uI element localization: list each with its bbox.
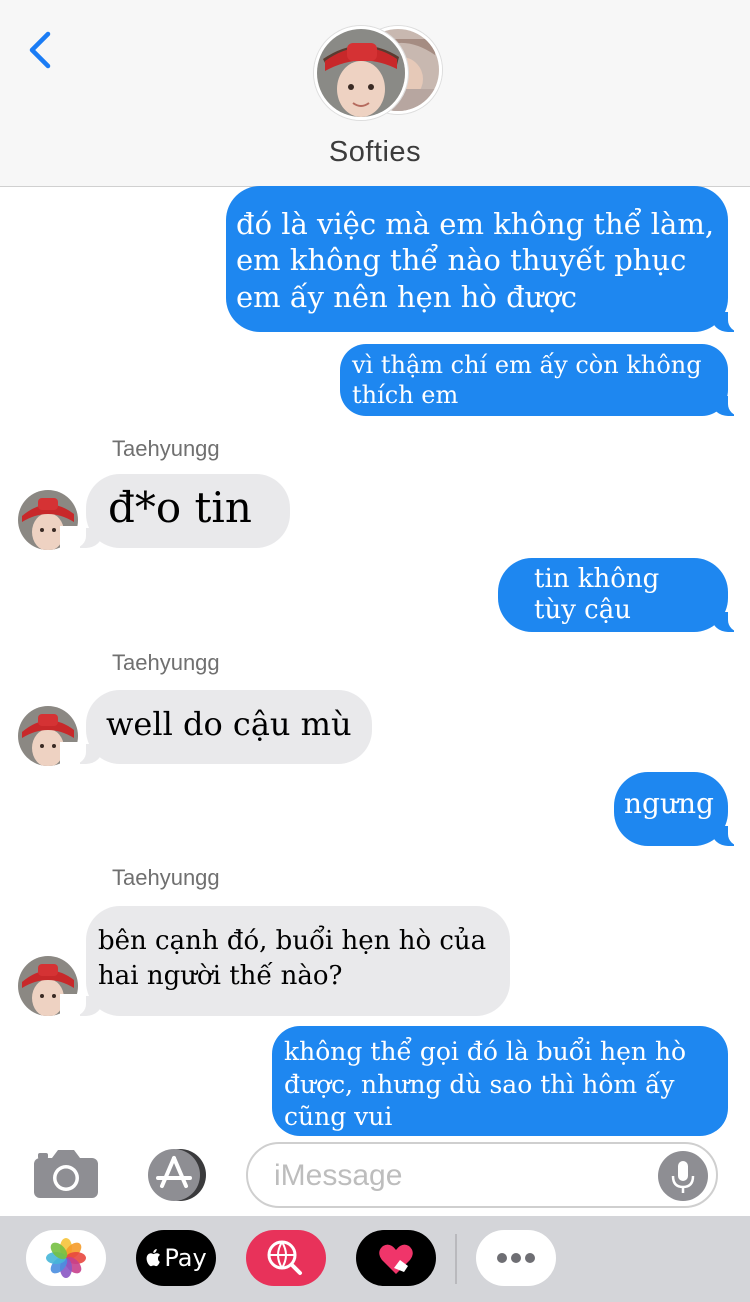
more-dots-icon xyxy=(497,1253,535,1263)
outgoing-message[interactable]: vì thậm chí em ấy còn không thích em xyxy=(340,344,750,416)
outgoing-message[interactable]: ngưng xyxy=(614,772,750,846)
message-line: tin không xyxy=(534,564,660,594)
heart-touch-icon xyxy=(379,1244,413,1274)
app-store-icon xyxy=(148,1149,206,1201)
incoming-message[interactable]: well do cậu mù xyxy=(60,690,372,764)
microphone-icon xyxy=(671,1161,695,1193)
conversation-title[interactable]: Softies xyxy=(0,136,750,169)
more-apps-button[interactable] xyxy=(476,1230,556,1286)
camera-button[interactable] xyxy=(32,1148,100,1200)
camera-icon xyxy=(34,1150,98,1198)
message-line: vì thậm chí em ấy còn không xyxy=(352,351,702,379)
message-line: được, nhưng dù sao thì hôm ấy xyxy=(284,1069,675,1099)
outgoing-message[interactable]: không thể gọi đó là buổi hẹn hò được, nh… xyxy=(272,1026,728,1136)
message-line: thích em xyxy=(352,381,459,409)
back-button[interactable] xyxy=(22,28,62,72)
photos-app[interactable] xyxy=(26,1230,106,1286)
digital-touch-app[interactable] xyxy=(356,1230,436,1286)
message-input[interactable]: iMessage xyxy=(246,1142,718,1208)
app-store-button[interactable] xyxy=(140,1148,212,1202)
apple-pay-label: Pay xyxy=(164,1244,207,1272)
photos-icon xyxy=(46,1238,86,1278)
message-line: em ấy nên hẹn hò được xyxy=(236,279,578,314)
message-line: ngưng xyxy=(624,787,714,820)
outgoing-message[interactable]: tin không tùy cậu xyxy=(498,558,750,632)
message-line: well do cậu mù xyxy=(106,705,352,743)
message-line: đó là việc mà em không thể làm, xyxy=(236,207,715,241)
chevron-left-icon xyxy=(29,31,51,69)
conversation-header: Softies xyxy=(0,0,750,187)
message-line: đ*o tin xyxy=(108,483,252,532)
sender-name: Taehyungg xyxy=(112,650,220,675)
contact-avatar xyxy=(314,26,408,120)
message-line: tùy cậu xyxy=(534,595,631,626)
message-line: hai người thế nào? xyxy=(98,961,343,992)
message-line: em không thể nào thuyết phục xyxy=(236,243,687,278)
incoming-message[interactable]: bên cạnh đó, buổi hẹn hò của hai người t… xyxy=(60,906,510,1016)
message-line: cũng vui xyxy=(284,1102,393,1131)
dictation-button[interactable] xyxy=(658,1151,708,1201)
sender-name: Taehyungg xyxy=(112,865,220,890)
message-line: bên cạnh đó, buổi hẹn hò của xyxy=(98,926,487,956)
message-input-placeholder: iMessage xyxy=(274,1159,403,1192)
message-line: không thể gọi đó là buổi hẹn hò xyxy=(284,1037,687,1066)
group-avatar[interactable] xyxy=(312,24,442,124)
apple-pay-app[interactable]: Pay xyxy=(136,1230,216,1286)
app-drawer: Pay xyxy=(0,1216,750,1302)
drawer-divider xyxy=(455,1234,457,1284)
outgoing-message[interactable]: đó là việc mà em không thể làm, em không… xyxy=(226,186,750,332)
web-search-app[interactable] xyxy=(246,1230,326,1286)
incoming-message[interactable]: đ*o tin xyxy=(60,474,290,548)
sender-name: Taehyungg xyxy=(112,436,220,461)
apple-logo-icon xyxy=(146,1249,161,1267)
globe-search-icon xyxy=(267,1240,302,1275)
